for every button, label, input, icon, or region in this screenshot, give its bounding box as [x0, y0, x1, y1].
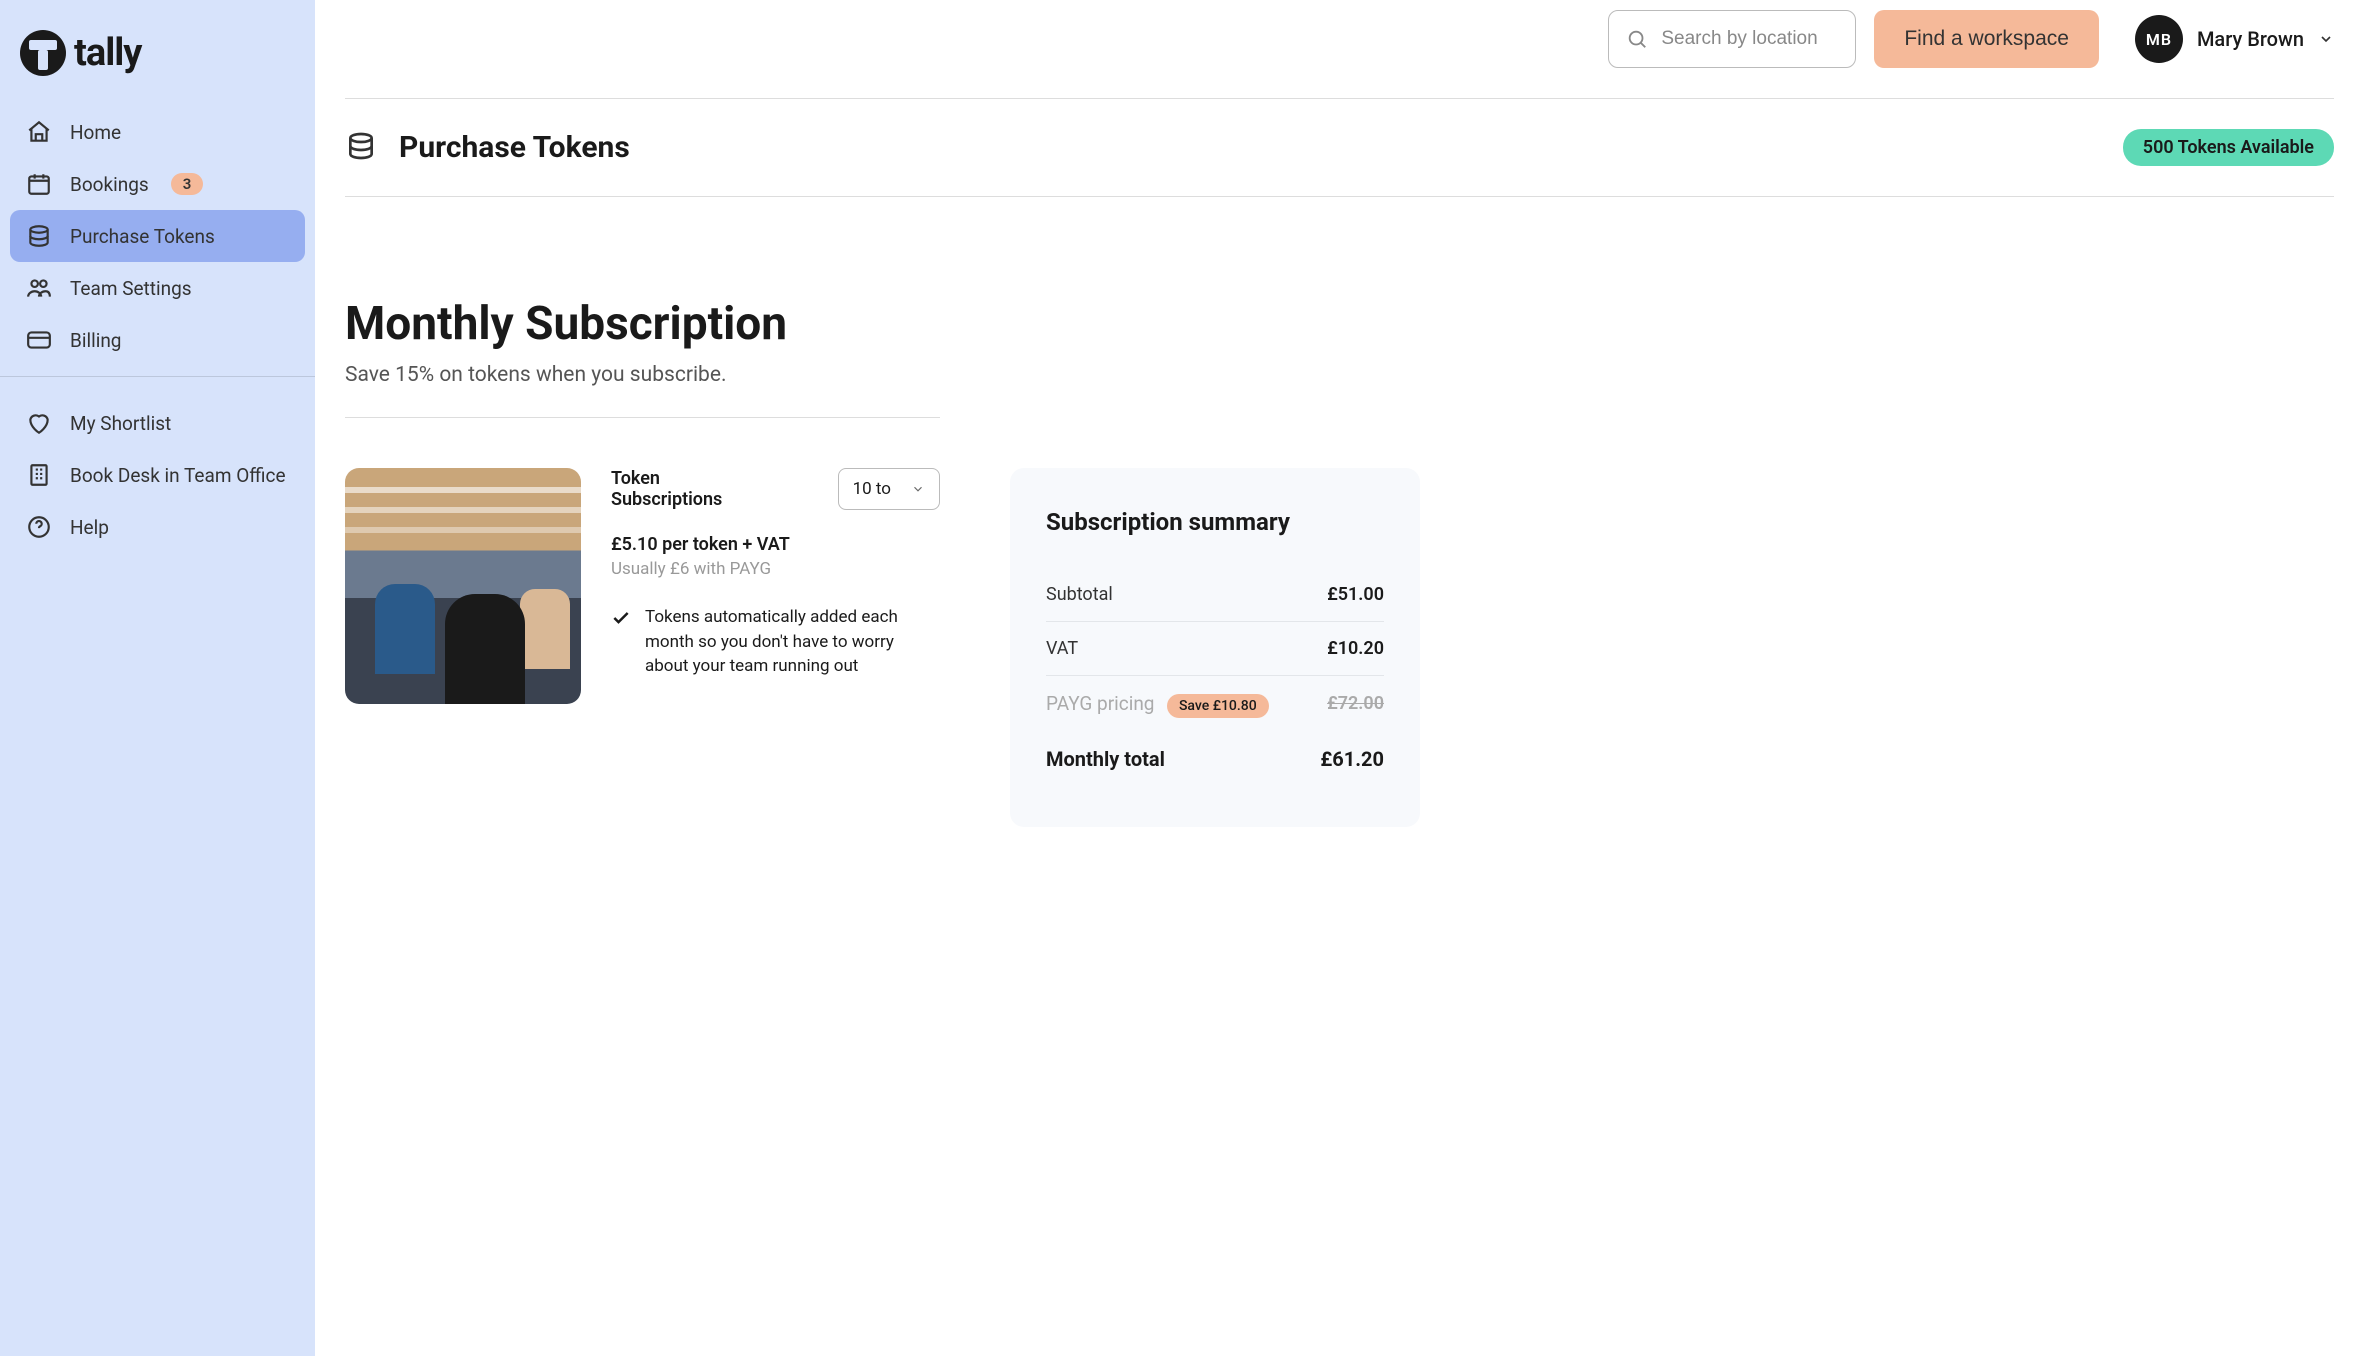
- sidebar-item-book-desk[interactable]: Book Desk in Team Office: [10, 449, 305, 501]
- subtotal-value: £51.00: [1327, 584, 1384, 605]
- vat-value: £10.20: [1327, 638, 1384, 659]
- sidebar-item-billing[interactable]: Billing: [10, 314, 305, 366]
- bookings-badge: 3: [171, 173, 204, 195]
- vat-label: VAT: [1046, 638, 1078, 659]
- sidebar-item-purchase-tokens[interactable]: Purchase Tokens: [10, 210, 305, 262]
- chevron-down-icon: [911, 482, 925, 496]
- sidebar-item-label: Team Settings: [70, 277, 192, 300]
- subscription-summary: Subscription summary Subtotal £51.00 VAT…: [1010, 468, 1420, 827]
- tokens-icon: [345, 130, 377, 166]
- sidebar-item-label: Home: [70, 121, 121, 144]
- sidebar-item-label: Bookings: [70, 173, 149, 196]
- price-usual: Usually £6 with PAYG: [611, 559, 940, 579]
- token-quantity-select[interactable]: 10 to: [838, 468, 940, 510]
- sidebar-item-home[interactable]: Home: [10, 106, 305, 158]
- topbar: Find a workspace MB Mary Brown: [315, 0, 2364, 98]
- chevron-down-icon: [2318, 31, 2334, 47]
- page-header: Purchase Tokens 500 Tokens Available: [345, 129, 2334, 166]
- home-icon: [26, 119, 52, 145]
- workspace-image: [345, 468, 581, 704]
- feature-text: Tokens automatically added each month so…: [645, 605, 940, 679]
- sidebar-item-label: Purchase Tokens: [70, 225, 215, 248]
- divider: [345, 196, 2334, 197]
- divider: [345, 417, 940, 418]
- check-icon: [611, 608, 631, 628]
- sidebar-divider: [0, 376, 315, 377]
- divider: [345, 98, 2334, 99]
- logo-text: tally: [74, 31, 141, 75]
- search-icon: [1626, 28, 1648, 50]
- logo[interactable]: tally: [0, 20, 315, 106]
- sidebar-item-label: My Shortlist: [70, 412, 171, 435]
- building-icon: [26, 462, 52, 488]
- price-per-token: £5.10 per token + VAT: [611, 534, 940, 555]
- user-name: Mary Brown: [2197, 27, 2304, 51]
- summary-title: Subscription summary: [1046, 508, 1384, 536]
- save-badge: Save £10.80: [1167, 694, 1269, 718]
- feature-item: Tokens automatically added each month so…: [611, 605, 940, 679]
- section-title: Monthly Subscription: [345, 297, 2334, 351]
- section-subtitle: Save 15% on tokens when you subscribe.: [345, 363, 2334, 387]
- search-wrap: [1608, 10, 1856, 68]
- logo-mark-icon: [20, 30, 66, 76]
- sidebar-item-label: Billing: [70, 329, 121, 352]
- heart-icon: [26, 410, 52, 436]
- find-workspace-button[interactable]: Find a workspace: [1874, 10, 2099, 68]
- select-value: 10 to: [853, 479, 891, 499]
- token-subscriptions-label: Token Subscriptions: [611, 468, 751, 510]
- team-icon: [26, 275, 52, 301]
- payg-value: £72.00: [1327, 693, 1384, 714]
- help-icon: [26, 514, 52, 540]
- subscription-details: Token Subscriptions 10 to £5.10 per toke…: [345, 468, 940, 704]
- subtotal-label: Subtotal: [1046, 584, 1113, 605]
- calendar-icon: [26, 171, 52, 197]
- sidebar-item-help[interactable]: Help: [10, 501, 305, 553]
- sidebar-item-shortlist[interactable]: My Shortlist: [10, 397, 305, 449]
- total-label: Monthly total: [1046, 747, 1165, 771]
- main: Find a workspace MB Mary Brown Purchase …: [315, 0, 2364, 1356]
- page-title: Purchase Tokens: [399, 130, 630, 165]
- user-menu[interactable]: MB Mary Brown: [2135, 15, 2334, 63]
- payg-label: PAYG pricing: [1046, 692, 1154, 715]
- avatar: MB: [2135, 15, 2183, 63]
- sidebar-item-label: Book Desk in Team Office: [70, 464, 286, 487]
- tokens-icon: [26, 223, 52, 249]
- sidebar-item-team-settings[interactable]: Team Settings: [10, 262, 305, 314]
- token-status-badge: 500 Tokens Available: [2123, 129, 2334, 166]
- sidebar-item-bookings[interactable]: Bookings 3: [10, 158, 305, 210]
- sidebar-item-label: Help: [70, 516, 109, 539]
- card-icon: [26, 327, 52, 353]
- total-value: £61.20: [1320, 747, 1384, 771]
- sidebar: tally Home Bookings 3 Purchase Token: [0, 0, 315, 1356]
